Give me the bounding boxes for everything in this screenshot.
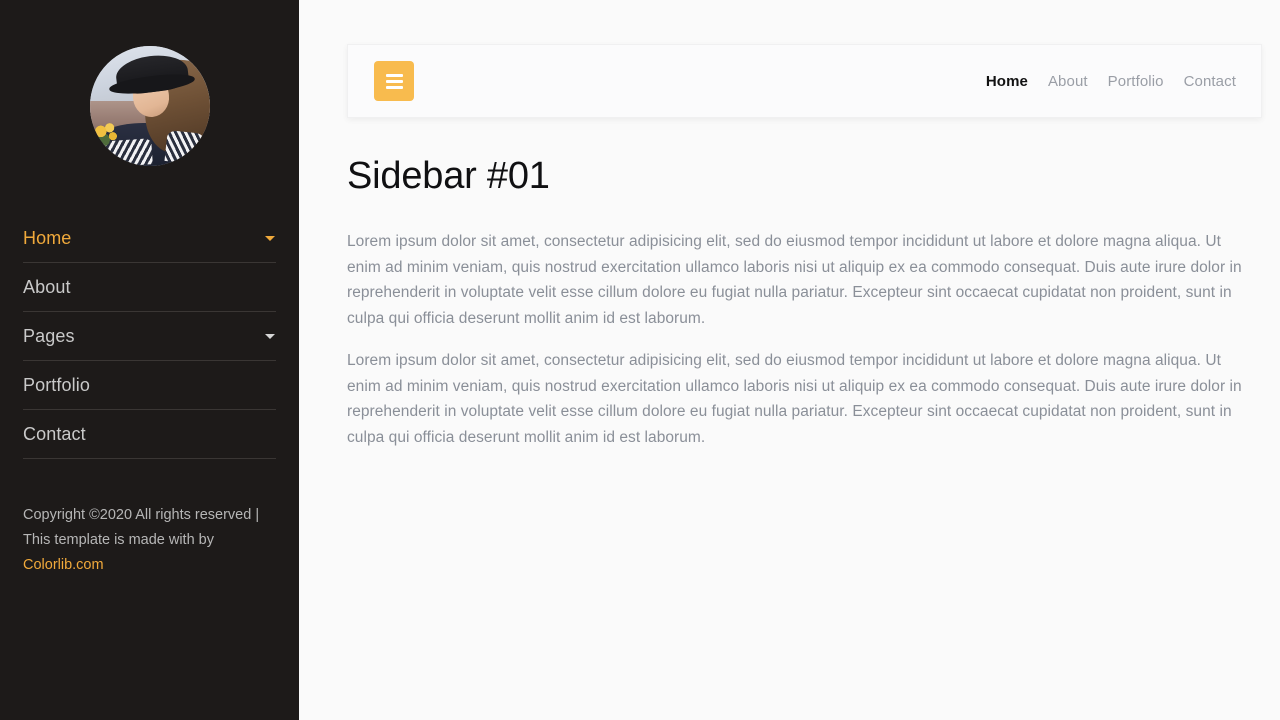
- hamburger-bar: [385, 73, 403, 77]
- sidebar-item-about[interactable]: About: [23, 263, 276, 312]
- top-nav: Home About Portfolio Contact: [986, 73, 1236, 90]
- chevron-down-icon[interactable]: [265, 333, 275, 339]
- sidebar-item-label: Portfolio: [23, 374, 90, 395]
- main-content: Home About Portfolio Contact Sidebar #01…: [299, 0, 1280, 720]
- paragraph-1: Lorem ipsum dolor sit amet, consectetur …: [347, 233, 1242, 327]
- hamburger-bar: [385, 85, 403, 89]
- avatar-wrapper: [89, 46, 210, 166]
- sidebar-item-portfolio[interactable]: Portfolio: [23, 361, 276, 410]
- paragraph-2: Lorem ipsum dolor sit amet, consectetur …: [347, 352, 1242, 446]
- sidebar-item-label: Pages: [23, 325, 75, 346]
- sidebar-nav: Home About Pages Portfolio Contact: [23, 214, 276, 459]
- sidebar: Home About Pages Portfolio Contact Copyr…: [0, 0, 299, 720]
- hamburger-menu-icon[interactable]: [374, 61, 414, 101]
- page-root: Home About Pages Portfolio Contact Copyr…: [0, 0, 1280, 720]
- copyright-line-2: This template is made with by: [23, 532, 214, 548]
- sidebar-item-home[interactable]: Home: [23, 214, 276, 263]
- header-bar: Home About Portfolio Contact: [347, 44, 1262, 118]
- sidebar-item-label: Contact: [23, 423, 86, 444]
- avatar-flowers-layer: [94, 122, 121, 147]
- content-area: Sidebar #01 Lorem ipsum dolor sit amet, …: [347, 155, 1247, 467]
- sidebar-item-label: About: [23, 276, 71, 297]
- top-nav-link-portfolio[interactable]: Portfolio: [1108, 73, 1164, 90]
- sidebar-item-label: Home: [23, 227, 72, 248]
- page-title: Sidebar #01: [347, 155, 550, 197]
- chevron-down-icon[interactable]: [265, 235, 275, 241]
- avatar: [89, 46, 210, 166]
- top-nav-link-home[interactable]: Home: [986, 73, 1028, 90]
- sidebar-item-pages[interactable]: Pages: [23, 312, 276, 361]
- top-nav-link-about[interactable]: About: [1048, 73, 1088, 90]
- top-nav-link-contact[interactable]: Contact: [1184, 73, 1236, 90]
- sidebar-item-contact[interactable]: Contact: [23, 410, 276, 459]
- hamburger-bar: [385, 79, 403, 83]
- copyright-block: Copyright ©2020 All rights reserved | Th…: [23, 503, 276, 578]
- copyright-line-1: Copyright ©2020 All rights reserved |: [23, 507, 260, 523]
- avatar-sleeve-right: [164, 130, 207, 166]
- colorlib-link[interactable]: Colorlib.com: [23, 557, 104, 573]
